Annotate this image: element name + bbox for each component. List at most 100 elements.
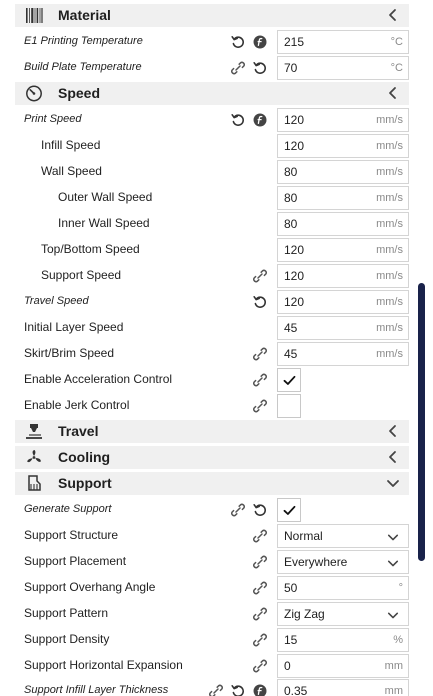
setting-label: Build Plate Temperature [24, 61, 142, 73]
checkmark-icon [283, 375, 296, 385]
section-header-speed[interactable]: Speed [15, 82, 409, 105]
field-value: 215 [284, 35, 305, 49]
reset-icon[interactable] [231, 35, 245, 49]
dropdown-value: Normal [284, 529, 323, 543]
setting-label: Skirt/Brim Speed [24, 346, 115, 360]
setting-row-enable-acceleration-control: Enable Acceleration Control [0, 367, 420, 393]
section-header-travel[interactable]: Travel [15, 420, 409, 443]
value-field[interactable]: 0 mm [277, 654, 409, 678]
chevron-left-icon[interactable] [386, 424, 400, 438]
value-field[interactable]: 0.35 mm [277, 679, 409, 696]
function-icon[interactable] [253, 113, 267, 127]
chevron-left-icon[interactable] [386, 86, 400, 100]
checkmark-icon [283, 505, 296, 515]
section-header-cooling[interactable]: Cooling [15, 446, 409, 469]
reset-icon[interactable] [231, 684, 245, 696]
setting-label: Support Horizontal Expansion [24, 658, 183, 672]
field-value: 0.35 [284, 684, 308, 696]
setting-row-enable-jerk-control: Enable Jerk Control [0, 393, 420, 419]
reset-icon[interactable] [231, 113, 245, 127]
setting-row-support-speed: Support Speed 120 mm/s [0, 263, 420, 289]
field-unit: mm/s [376, 244, 403, 256]
section-header-support[interactable]: Support [15, 472, 409, 495]
setting-row-support-pattern: Support Pattern Zig Zag [0, 601, 420, 627]
setting-label: Support Structure [24, 528, 119, 542]
value-field[interactable]: 15 % [277, 628, 409, 652]
field-value: 45 [284, 347, 298, 361]
reset-icon[interactable] [253, 295, 267, 309]
chevron-down-icon[interactable] [386, 476, 400, 490]
value-field[interactable]: 70 °C [277, 56, 409, 80]
reset-icon[interactable] [253, 503, 267, 517]
checkbox-checked[interactable] [277, 498, 301, 522]
link-icon[interactable] [253, 269, 267, 283]
field-unit: mm/s [376, 218, 403, 230]
setting-label: Wall Speed [41, 164, 102, 178]
section-title: Support [58, 475, 112, 491]
link-icon[interactable] [253, 399, 267, 413]
setting-label: Support Speed [41, 268, 122, 282]
barcode-icon [25, 7, 43, 24]
setting-label: Travel Speed [24, 295, 89, 307]
setting-row-wall-speed: Wall Speed 80 mm/s [0, 159, 420, 185]
fan-icon [25, 449, 43, 466]
field-unit: mm/s [376, 140, 403, 152]
setting-row-support-horizontal-expansion: Support Horizontal Expansion 0 mm [0, 653, 420, 679]
reset-icon[interactable] [253, 61, 267, 75]
value-field[interactable]: 45 mm/s [277, 342, 409, 366]
function-icon[interactable] [253, 35, 267, 49]
dropdown-select[interactable]: Zig Zag [277, 602, 409, 626]
field-unit: mm/s [376, 192, 403, 204]
link-icon[interactable] [253, 347, 267, 361]
link-icon[interactable] [253, 529, 267, 543]
value-field[interactable]: 80 mm/s [277, 212, 409, 236]
link-icon[interactable] [253, 581, 267, 595]
link-icon[interactable] [253, 633, 267, 647]
field-unit: mm/s [376, 166, 403, 178]
value-field[interactable]: 215 °C [277, 30, 409, 54]
field-value: 80 [284, 191, 298, 205]
link-icon[interactable] [209, 684, 223, 696]
value-field[interactable]: 120 mm/s [277, 264, 409, 288]
link-icon[interactable] [253, 607, 267, 621]
checkbox-unchecked[interactable] [277, 394, 301, 418]
value-field[interactable]: 80 mm/s [277, 160, 409, 184]
value-field[interactable]: 50 ° [277, 576, 409, 600]
setting-row-support-density: Support Density 15 % [0, 627, 420, 653]
value-field[interactable]: 45 mm/s [277, 316, 409, 340]
chevron-left-icon[interactable] [386, 450, 400, 464]
field-unit: mm [384, 685, 403, 696]
field-unit: mm/s [376, 322, 403, 334]
dropdown-select[interactable]: Normal [277, 524, 409, 548]
setting-row-build-plate-temperature: Build Plate Temperature 70 °C [0, 55, 420, 81]
value-field[interactable]: 120 mm/s [277, 238, 409, 262]
setting-row-top-bottom-speed: Top/Bottom Speed 120 mm/s [0, 237, 420, 263]
link-icon[interactable] [231, 61, 245, 75]
section-header-material[interactable]: Material [15, 4, 409, 27]
dropdown-value: Everywhere [284, 555, 348, 569]
link-icon[interactable] [253, 555, 267, 569]
field-unit: mm/s [376, 348, 403, 360]
field-value: 120 [284, 139, 305, 153]
value-field[interactable]: 120 mm/s [277, 290, 409, 314]
setting-row-skirt-brim-speed: Skirt/Brim Speed 45 mm/s [0, 341, 420, 367]
link-icon[interactable] [231, 503, 245, 517]
value-field[interactable]: 80 mm/s [277, 186, 409, 210]
value-field[interactable]: 120 mm/s [277, 134, 409, 158]
setting-label: Enable Jerk Control [24, 398, 130, 412]
setting-label: Inner Wall Speed [58, 216, 150, 230]
dropdown-select[interactable]: Everywhere [277, 550, 409, 574]
field-value: 80 [284, 217, 298, 231]
field-unit: mm/s [376, 270, 403, 282]
link-icon[interactable] [253, 373, 267, 387]
print-settings-panel: Material E1 Printing Temperature 215 °C … [0, 0, 433, 696]
field-value: 70 [284, 61, 298, 75]
link-icon[interactable] [253, 659, 267, 673]
vertical-scrollbar[interactable] [418, 283, 425, 561]
function-icon[interactable] [253, 684, 267, 696]
value-field[interactable]: 120 mm/s [277, 108, 409, 132]
section-title: Speed [58, 85, 101, 101]
field-value: 120 [284, 269, 305, 283]
checkbox-checked[interactable] [277, 368, 301, 392]
chevron-left-icon[interactable] [386, 8, 400, 22]
